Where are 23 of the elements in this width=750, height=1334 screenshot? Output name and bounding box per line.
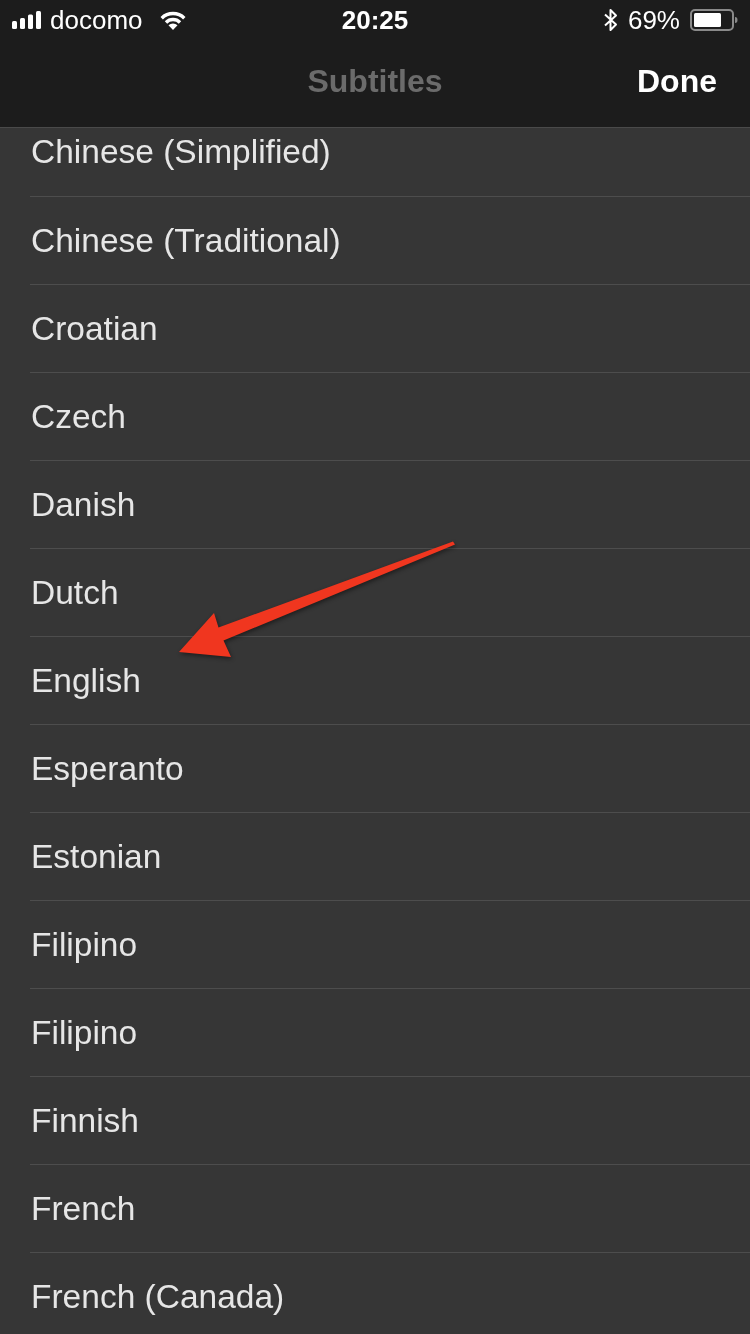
language-option[interactable]: Filipino	[30, 1013, 138, 1052]
language-option[interactable]: Croatian	[30, 309, 158, 348]
language-option[interactable]: Dutch	[30, 573, 119, 612]
language-option[interactable]: Esperanto	[30, 749, 184, 788]
done-button[interactable]: Done	[637, 63, 717, 100]
language-option[interactable]: Filipino	[30, 925, 138, 964]
language-option[interactable]: Chinese (Traditional)	[30, 221, 341, 260]
language-option[interactable]: Chinese (Simplified)	[30, 133, 331, 171]
language-option[interactable]: Danish	[30, 485, 136, 524]
language-option[interactable]: French	[30, 1189, 136, 1228]
language-option[interactable]: Finnish	[30, 1101, 139, 1140]
language-option[interactable]: Estonian	[30, 837, 162, 876]
language-option[interactable]: Czech	[30, 397, 126, 436]
battery-icon	[690, 9, 738, 31]
signal-icon	[12, 11, 42, 29]
nav-title: Subtitles	[307, 63, 443, 100]
status-time: 20:25	[341, 4, 409, 36]
language-option[interactable]: French (Canada)	[30, 1277, 285, 1316]
battery-percentage: 69%	[627, 4, 680, 36]
carrier-name: docomo	[50, 4, 143, 36]
language-option[interactable]: English	[30, 661, 141, 700]
bluetooth-icon	[603, 8, 618, 32]
wifi-icon	[158, 10, 187, 30]
